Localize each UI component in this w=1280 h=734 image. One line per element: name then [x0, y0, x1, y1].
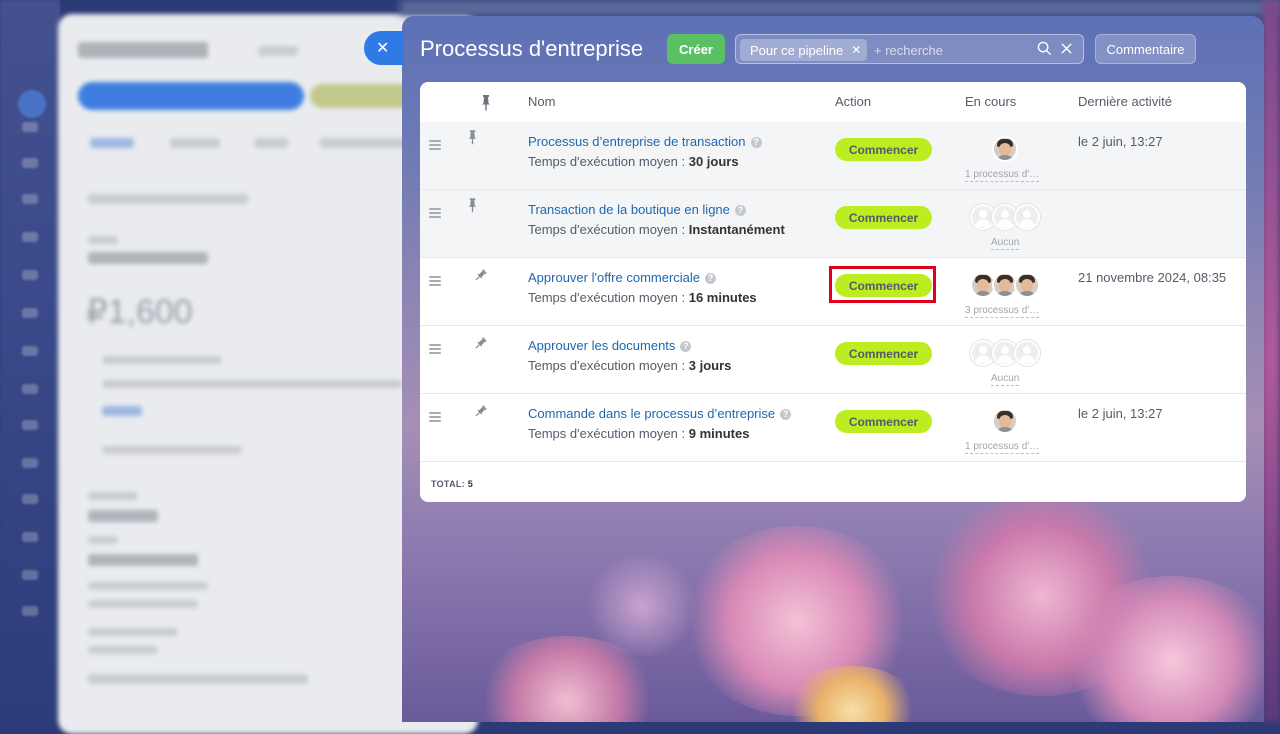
help-icon[interactable]: ?	[705, 273, 717, 284]
total-count: TOTAL: 5	[431, 479, 474, 489]
running-count-link[interactable]: Aucun	[991, 237, 1020, 250]
drag-handle-icon[interactable]	[429, 208, 441, 220]
column-header-action[interactable]: Action	[835, 94, 871, 109]
remove-filter-icon[interactable]: ✕	[851, 43, 861, 57]
process-table: Nom Action En cours Dernière activité Pr…	[420, 82, 1246, 502]
column-header-running[interactable]: En cours	[965, 94, 1016, 109]
last-activity: 21 novembre 2024, 08:35	[1078, 270, 1227, 285]
average-time: Temps d'exécution moyen : 16 minutes	[528, 290, 757, 305]
average-time: Temps d'exécution moyen : 9 minutes	[528, 426, 750, 441]
help-icon[interactable]: ?	[780, 409, 792, 420]
avatar	[992, 136, 1018, 162]
filter-chip[interactable]: Pour ce pipeline ✕	[740, 39, 868, 61]
table-header: Nom Action En cours Dernière activité	[420, 82, 1246, 123]
table-row: Commande dans le processus d’entreprise?…	[420, 394, 1246, 462]
process-name-link[interactable]: Transaction de la boutique en ligne?	[528, 202, 746, 217]
background-edge	[1262, 0, 1280, 722]
filter-chip-label: Pour ce pipeline	[750, 42, 844, 58]
background-strip	[400, 0, 1280, 16]
unpinned-icon[interactable]	[473, 405, 487, 419]
highlight-frame	[829, 266, 936, 303]
last-activity: le 2 juin, 13:27	[1078, 406, 1163, 421]
create-button[interactable]: Créer	[667, 34, 725, 64]
pinned-icon[interactable]	[468, 198, 477, 213]
empty-avatar-icon	[1014, 204, 1040, 230]
help-icon[interactable]: ?	[734, 205, 746, 216]
last-activity: le 2 juin, 13:27	[1078, 134, 1163, 149]
start-button[interactable]: Commencer	[835, 206, 932, 229]
running-count-link[interactable]: 1 processus d'…	[965, 441, 1040, 454]
clear-search-icon[interactable]	[1060, 41, 1073, 56]
empty-avatar-icon	[1014, 340, 1040, 366]
drag-handle-icon[interactable]	[429, 276, 441, 288]
process-name-link[interactable]: Approuver les documents?	[528, 338, 692, 353]
table-row: Approuver l'offre commerciale? Temps d'e…	[420, 258, 1246, 326]
table-row: Approuver les documents? Temps d'exécuti…	[420, 326, 1246, 394]
avatar	[992, 408, 1018, 434]
average-time: Temps d'exécution moyen : 30 jours	[528, 154, 739, 169]
column-header-last-activity[interactable]: Dernière activité	[1078, 94, 1172, 109]
running-count-link[interactable]: 3 processus d'…	[965, 305, 1040, 318]
unpinned-icon[interactable]	[473, 337, 487, 351]
close-icon: ✕	[376, 40, 390, 57]
background-sidebar	[0, 0, 60, 722]
page-title: Processus d'entreprise	[420, 36, 644, 61]
help-icon[interactable]: ?	[680, 341, 692, 352]
drag-handle-icon[interactable]	[429, 412, 441, 424]
search-input[interactable]	[872, 38, 1026, 62]
pinned-icon[interactable]	[468, 130, 477, 145]
unpinned-icon[interactable]	[473, 269, 487, 283]
start-button[interactable]: Commencer	[835, 138, 932, 161]
running-count-link[interactable]: 1 processus d'…	[965, 169, 1040, 182]
wallpaper-flower	[582, 556, 702, 656]
column-header-name[interactable]: Nom	[528, 94, 555, 109]
average-time: Temps d'exécution moyen : 3 jours	[528, 358, 732, 373]
help-icon[interactable]: ?	[750, 137, 762, 148]
drag-handle-icon[interactable]	[429, 140, 441, 152]
process-name-link[interactable]: Commande dans le processus d’entreprise?	[528, 406, 792, 421]
table-row: Transaction de la boutique en ligne? Tem…	[420, 190, 1246, 258]
start-button[interactable]: Commencer	[835, 410, 932, 433]
search-bar[interactable]: Pour ce pipeline ✕	[735, 34, 1084, 64]
comment-button[interactable]: Commentaire	[1095, 34, 1196, 64]
start-button[interactable]: Commencer	[835, 342, 932, 365]
avatar	[1014, 272, 1040, 298]
average-time: Temps d'exécution moyen : Instantanément	[528, 222, 785, 237]
process-name-link[interactable]: Processus d’entreprise de transaction?	[528, 134, 762, 149]
close-panel-button[interactable]: ✕	[364, 31, 404, 65]
table-row: Processus d’entreprise de transaction? T…	[420, 122, 1246, 190]
process-name-link[interactable]: Approuver l'offre commerciale?	[528, 270, 717, 285]
running-count-link[interactable]: Aucun	[991, 373, 1020, 386]
drag-handle-icon[interactable]	[429, 344, 441, 356]
search-icon[interactable]	[1037, 41, 1052, 56]
pin-column-icon	[482, 95, 490, 111]
